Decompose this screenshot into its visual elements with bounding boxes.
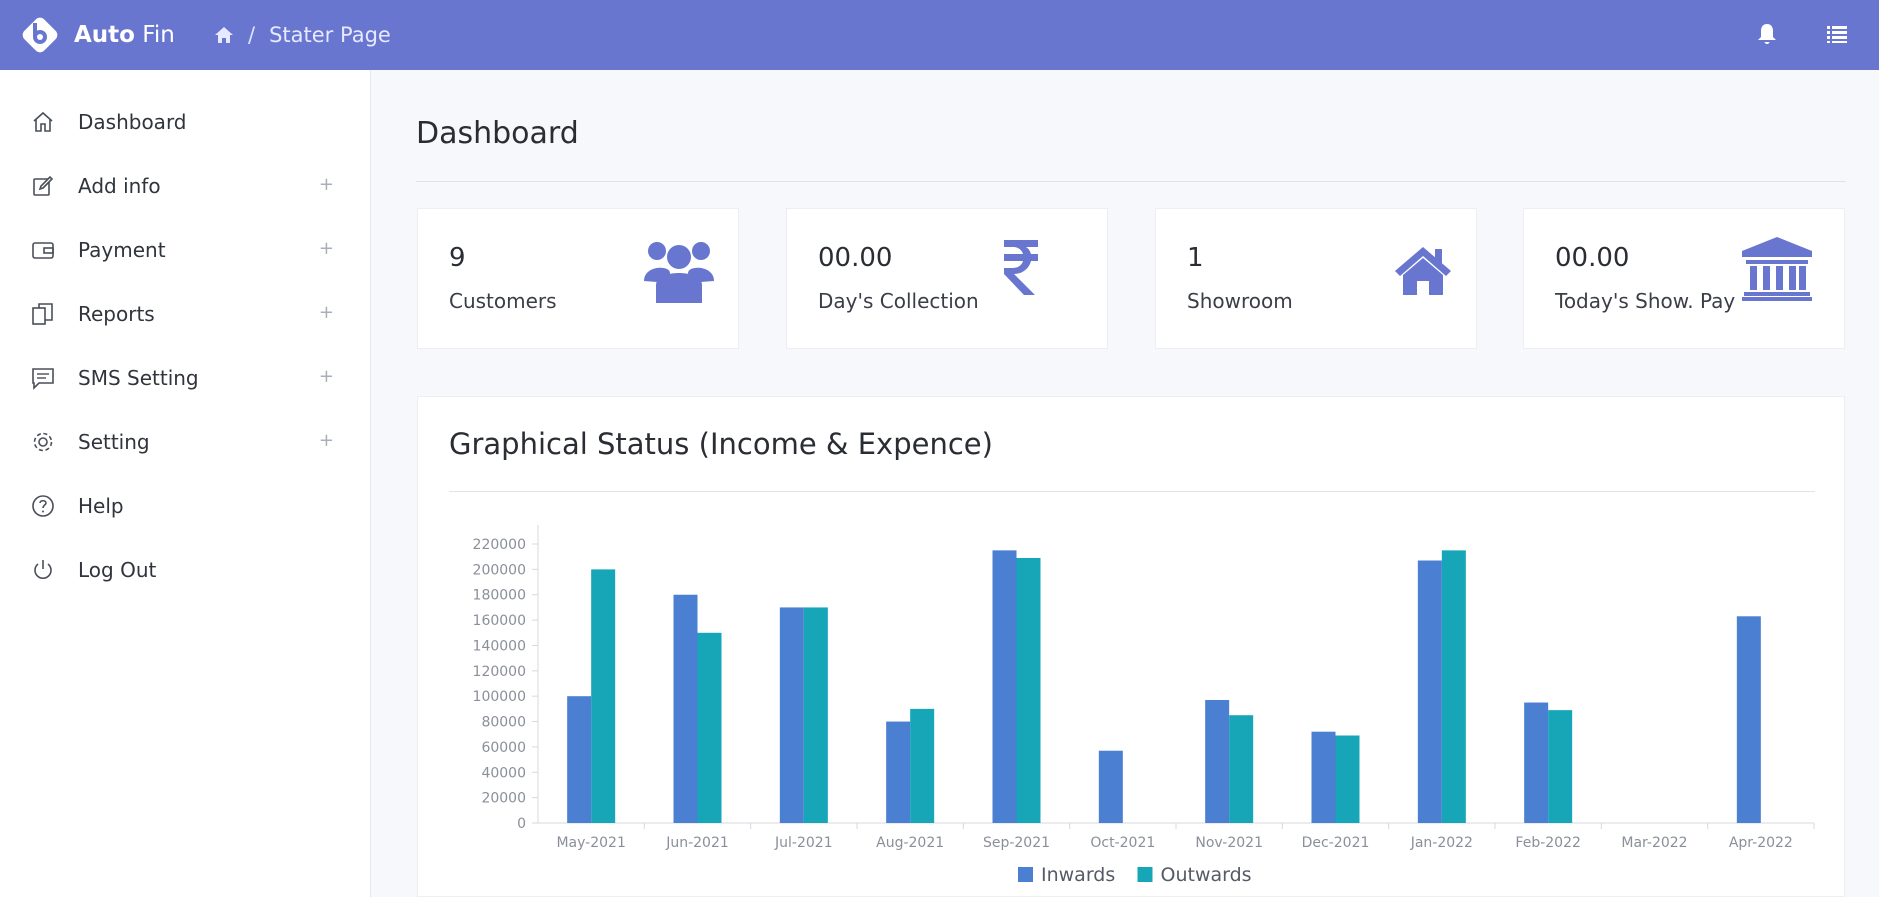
title-divider xyxy=(416,181,1846,182)
top-bar: Auto Fin / Stater Page xyxy=(0,0,1879,70)
bank-icon xyxy=(1742,237,1812,301)
y-tick-label: 40000 xyxy=(481,765,526,781)
list-menu-icon[interactable] xyxy=(1825,22,1849,46)
message-icon xyxy=(32,368,54,390)
y-tick-label: 120000 xyxy=(473,664,526,680)
documents-icon xyxy=(32,303,53,325)
stat-label: Customers xyxy=(449,289,557,313)
sidebar-item-sms-setting[interactable]: SMS Setting + xyxy=(0,346,370,410)
bar-inwards xyxy=(1736,616,1761,823)
house-icon xyxy=(1395,247,1451,295)
page-title: Dashboard xyxy=(416,116,579,151)
wallet-icon xyxy=(32,242,54,259)
power-icon xyxy=(34,560,52,579)
bar-inwards xyxy=(886,721,911,823)
stat-card-todays-show-pay[interactable]: 00.00 Today's Show. Pay xyxy=(1523,208,1845,349)
bar-outwards xyxy=(1016,557,1041,823)
bar-inwards xyxy=(1524,702,1549,823)
sidebar-item-setting[interactable]: Setting + xyxy=(0,410,370,474)
stat-card-showroom[interactable]: 1 Showroom xyxy=(1155,208,1477,349)
y-tick-label: 180000 xyxy=(473,588,526,604)
bar-inwards xyxy=(673,594,698,823)
bar-inwards xyxy=(567,696,592,823)
bar-outwards xyxy=(1229,715,1254,823)
x-tick-label: Dec-2021 xyxy=(1302,835,1370,851)
edit-icon xyxy=(33,175,54,196)
users-icon xyxy=(644,242,714,303)
x-tick-label: Feb-2022 xyxy=(1515,835,1580,851)
expand-plus-icon[interactable]: + xyxy=(319,238,334,259)
bar-outwards xyxy=(697,632,722,823)
expand-plus-icon[interactable]: + xyxy=(319,302,334,323)
y-tick-label: 200000 xyxy=(473,562,526,578)
y-tick-label: 140000 xyxy=(473,638,526,654)
bar-inwards xyxy=(1205,699,1230,823)
x-tick-label: Nov-2021 xyxy=(1195,835,1263,851)
brand-logo-icon xyxy=(22,17,58,53)
sidebar: Dashboard Add info + Payment + Reports +… xyxy=(0,70,371,897)
x-tick-label: Jul-2021 xyxy=(774,835,833,851)
stat-value: 1 xyxy=(1187,243,1204,273)
stat-label: Today's Show. Pay xyxy=(1555,289,1736,313)
stat-label: Day's Collection xyxy=(818,289,979,313)
bar-outwards xyxy=(1548,710,1573,823)
expand-plus-icon[interactable]: + xyxy=(319,366,334,387)
stat-card-customers[interactable]: 9 Customers xyxy=(417,208,739,349)
x-tick-label: Mar-2022 xyxy=(1621,835,1687,851)
brand-name: Auto Fin xyxy=(74,22,175,48)
legend-label-outwards: Outwards xyxy=(1161,864,1252,886)
bar-outwards xyxy=(910,708,935,823)
help-icon xyxy=(32,495,54,517)
x-tick-label: Jan-2022 xyxy=(1410,835,1473,851)
expand-plus-icon[interactable]: + xyxy=(319,430,334,451)
stat-value: 00.00 xyxy=(1555,243,1630,273)
sidebar-item-reports[interactable]: Reports + xyxy=(0,282,370,346)
sidebar-item-dashboard[interactable]: Dashboard xyxy=(0,90,370,154)
bar-inwards xyxy=(779,607,804,823)
legend-label-inwards: Inwards xyxy=(1041,864,1115,886)
stat-value: 00.00 xyxy=(818,243,893,273)
bar-inwards xyxy=(1417,560,1442,823)
gear-icon xyxy=(33,432,53,452)
bar-outwards xyxy=(591,569,616,823)
expand-plus-icon[interactable]: + xyxy=(319,174,334,195)
sidebar-item-payment[interactable]: Payment + xyxy=(0,218,370,282)
legend-swatch-outwards xyxy=(1137,867,1153,882)
x-tick-label: Apr-2022 xyxy=(1729,835,1793,851)
bar-inwards xyxy=(1098,750,1123,823)
x-tick-label: May-2021 xyxy=(556,835,625,851)
x-tick-label: Oct-2021 xyxy=(1090,835,1155,851)
x-tick-label: Aug-2021 xyxy=(876,835,944,851)
y-tick-label: 80000 xyxy=(481,715,526,731)
bar-inwards xyxy=(1311,731,1336,823)
sidebar-item-help[interactable]: Help xyxy=(0,474,370,538)
breadcrumb-current: Stater Page xyxy=(269,23,391,47)
y-tick-label: 220000 xyxy=(473,537,526,553)
breadcrumb: / Stater Page xyxy=(214,23,391,47)
y-tick-label: 0 xyxy=(517,816,526,832)
home-icon xyxy=(33,111,53,132)
stat-value: 9 xyxy=(449,243,466,273)
sidebar-item-add-info[interactable]: Add info + xyxy=(0,154,370,218)
home-icon[interactable] xyxy=(214,26,234,44)
stat-card-days-collection[interactable]: 00.00 Day's Collection xyxy=(786,208,1108,349)
stat-label: Showroom xyxy=(1187,289,1293,313)
y-tick-label: 20000 xyxy=(481,791,526,807)
breadcrumb-separator: / xyxy=(248,23,256,47)
bar-outwards xyxy=(803,607,828,823)
x-tick-label: Jun-2021 xyxy=(665,835,729,851)
bell-icon[interactable] xyxy=(1755,22,1779,46)
bar-inwards xyxy=(992,550,1017,823)
bar-outwards xyxy=(1335,735,1360,823)
chart-panel: Graphical Status (Income & Expence) 0 200… xyxy=(417,396,1845,897)
y-tick-label: 160000 xyxy=(473,613,526,629)
x-tick-label: Sep-2021 xyxy=(983,835,1050,851)
rupee-icon xyxy=(1004,240,1038,295)
bar-outwards xyxy=(1441,550,1466,823)
legend-swatch-inwards xyxy=(1018,867,1033,882)
y-tick-label: 100000 xyxy=(473,689,526,705)
sidebar-item-log-out[interactable]: Log Out xyxy=(0,538,370,602)
y-tick-label: 60000 xyxy=(481,740,526,756)
bar-chart: 0 20000 40000 60000 80000 100000 120000 140000 1… xyxy=(473,525,1815,886)
